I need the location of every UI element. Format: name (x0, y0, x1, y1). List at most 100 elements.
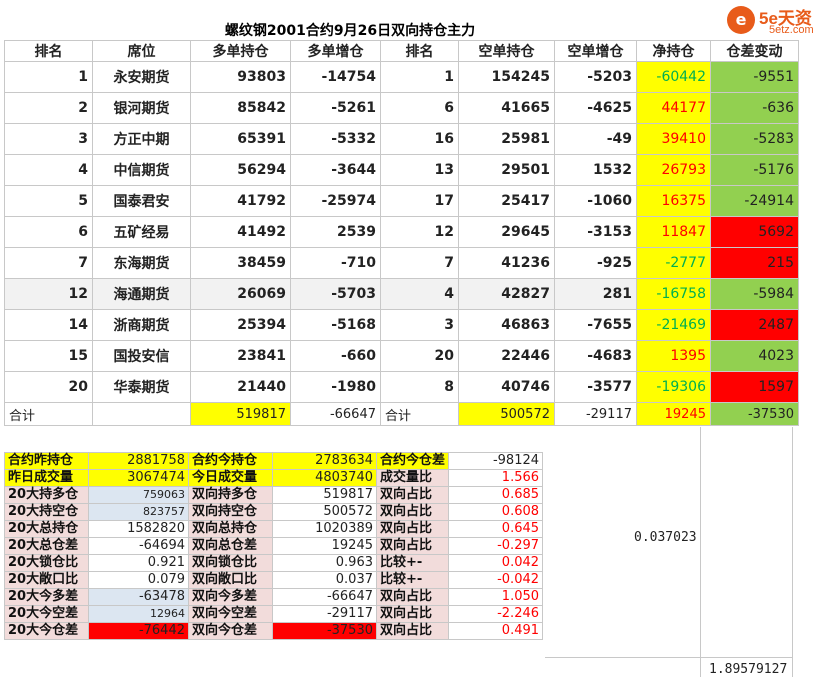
stat-value[interactable]: 12964 (88, 605, 189, 623)
short-change[interactable]: -7655 (554, 309, 637, 341)
short-change[interactable]: -1060 (554, 185, 637, 217)
long-position[interactable]: 38459 (190, 247, 291, 279)
short-position[interactable]: 22446 (458, 340, 555, 372)
stat-value[interactable]: 0.608 (448, 503, 544, 521)
short-change[interactable]: -3153 (554, 216, 637, 248)
stat-value[interactable]: -66647 (272, 588, 377, 606)
net-position[interactable]: 26793 (636, 154, 711, 186)
total-short-change[interactable]: -29117 (554, 402, 637, 426)
rank-short[interactable]: 12 (380, 216, 459, 248)
stat-value[interactable]: 0.491 (448, 622, 544, 640)
header-cell[interactable]: 席位 (92, 40, 191, 62)
seat-name[interactable]: 东海期货 (92, 247, 191, 279)
stat-label[interactable]: 双向持空仓 (188, 503, 273, 521)
stat-value[interactable]: 823757 (88, 503, 189, 521)
rank-short[interactable]: 7 (380, 247, 459, 279)
header-cell[interactable]: 净持仓 (636, 40, 711, 62)
long-change[interactable]: -25974 (290, 185, 381, 217)
total-label[interactable]: 合计 (380, 402, 459, 426)
stat-value[interactable]: -98124 (448, 452, 544, 470)
stat-value[interactable]: 0.037 (272, 571, 377, 589)
stat-value[interactable]: 1.566 (448, 469, 544, 487)
total-short[interactable]: 500572 (458, 402, 555, 426)
stat-label[interactable]: 双向锁仓比 (188, 554, 273, 572)
seat-name[interactable]: 永安期货 (92, 61, 191, 93)
long-position[interactable]: 26069 (190, 278, 291, 310)
long-change[interactable]: -5261 (290, 92, 381, 124)
header-cell[interactable]: 仓差变动 (710, 40, 799, 62)
long-change[interactable]: -14754 (290, 61, 381, 93)
stat-value[interactable]: 2881758 (88, 452, 189, 470)
stat-label[interactable]: 双向今仓差 (188, 622, 273, 640)
short-position[interactable]: 41665 (458, 92, 555, 124)
stat-label[interactable]: 合约今持仓 (188, 452, 273, 470)
net-position[interactable]: 44177 (636, 92, 711, 124)
net-position[interactable]: -60442 (636, 61, 711, 93)
header-cell[interactable]: 空单增仓 (554, 40, 637, 62)
rank-long[interactable]: 6 (4, 216, 93, 248)
short-position[interactable]: 25981 (458, 123, 555, 155)
stat-label[interactable]: 20大敞口比 (4, 571, 89, 589)
net-position[interactable]: -19306 (636, 371, 711, 403)
header-cell[interactable]: 排名 (380, 40, 459, 62)
header-cell[interactable]: 多单增仓 (290, 40, 381, 62)
short-position[interactable]: 40746 (458, 371, 555, 403)
stat-value[interactable]: -29117 (272, 605, 377, 623)
rank-long[interactable]: 14 (4, 309, 93, 341)
stat-label[interactable]: 双向敞口比 (188, 571, 273, 589)
short-change[interactable]: 281 (554, 278, 637, 310)
short-change[interactable]: -4625 (554, 92, 637, 124)
stat-label[interactable]: 成交量比 (375, 469, 450, 487)
position-diff[interactable]: -5984 (710, 278, 799, 310)
stat-label[interactable]: 合约昨持仓 (4, 452, 89, 470)
stat-label[interactable]: 双向今空差 (188, 605, 273, 623)
long-position[interactable]: 41492 (190, 216, 291, 248)
short-position[interactable]: 41236 (458, 247, 555, 279)
long-change[interactable]: 2539 (290, 216, 381, 248)
net-position[interactable]: 16375 (636, 185, 711, 217)
seat-name[interactable]: 华泰期货 (92, 371, 191, 403)
rank-long[interactable]: 3 (4, 123, 93, 155)
stat-value[interactable]: -64694 (88, 537, 189, 555)
short-position[interactable]: 25417 (458, 185, 555, 217)
long-change[interactable]: -1980 (290, 371, 381, 403)
position-diff[interactable]: 5692 (710, 216, 799, 248)
short-change[interactable]: 1532 (554, 154, 637, 186)
seat-name[interactable]: 国投安信 (92, 340, 191, 372)
long-position[interactable]: 56294 (190, 154, 291, 186)
stat-value[interactable]: 3067474 (88, 469, 189, 487)
net-position[interactable]: -16758 (636, 278, 711, 310)
stat-label[interactable]: 双向总持仓 (188, 520, 273, 538)
total-long[interactable]: 519817 (190, 402, 291, 426)
short-position[interactable]: 46863 (458, 309, 555, 341)
stat-value[interactable]: 2783634 (272, 452, 377, 470)
total-long-change[interactable]: -66647 (290, 402, 381, 426)
rank-short[interactable]: 8 (380, 371, 459, 403)
long-change[interactable]: -5332 (290, 123, 381, 155)
total-diff[interactable]: -37530 (710, 402, 799, 426)
stat-label[interactable]: 20大锁仓比 (4, 554, 89, 572)
short-change[interactable]: -925 (554, 247, 637, 279)
rank-long[interactable]: 20 (4, 371, 93, 403)
stat-label[interactable]: 昨日成交量 (4, 469, 89, 487)
long-change[interactable]: -3644 (290, 154, 381, 186)
header-cell[interactable]: 多单持仓 (190, 40, 291, 62)
position-diff[interactable]: 2487 (710, 309, 799, 341)
short-position[interactable]: 154245 (458, 61, 555, 93)
stat-label[interactable]: 双向占比 (375, 486, 450, 504)
stat-label[interactable]: 双向占比 (375, 520, 450, 538)
stat-label[interactable]: 比较+- (375, 571, 450, 589)
rank-short[interactable]: 13 (380, 154, 459, 186)
net-position[interactable]: 1395 (636, 340, 711, 372)
long-position[interactable]: 41792 (190, 185, 291, 217)
stat-label[interactable]: 20大持空仓 (4, 503, 89, 521)
stat-value[interactable]: 759063 (88, 486, 189, 504)
total-label[interactable]: 合计 (4, 402, 93, 426)
net-position[interactable]: -21469 (636, 309, 711, 341)
stat-label[interactable]: 比较+- (375, 554, 450, 572)
short-change[interactable]: -5203 (554, 61, 637, 93)
position-diff[interactable]: -24914 (710, 185, 799, 217)
stat-value[interactable]: 0.963 (272, 554, 377, 572)
extra-value-2[interactable]: 1.89579127 (709, 662, 787, 677)
stat-value[interactable]: -37530 (272, 622, 377, 640)
